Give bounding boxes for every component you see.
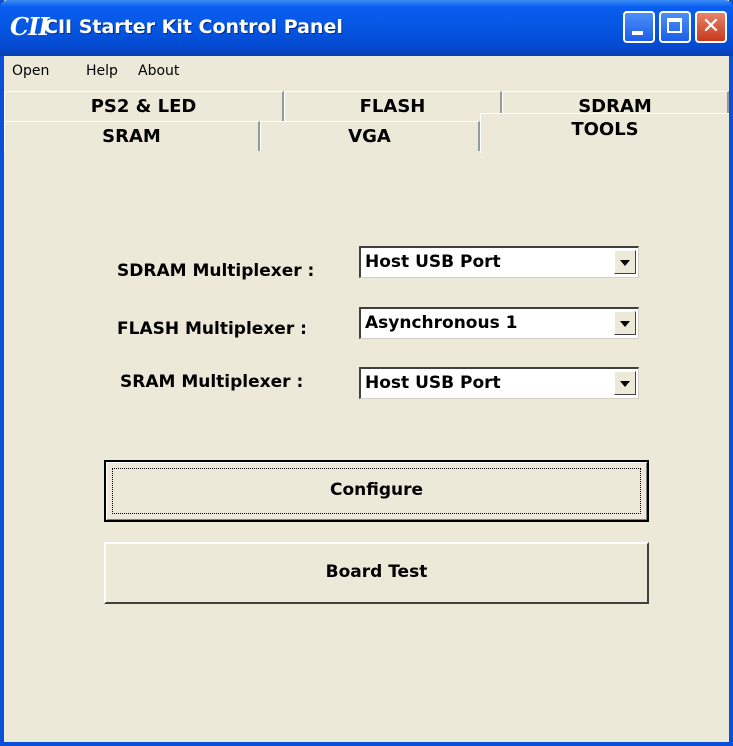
sram-multiplexer-label: SRAM Multiplexer : [120,372,304,392]
tab-vga[interactable]: VGA [260,121,480,151]
close-button[interactable]: ✕ [695,11,727,43]
sram-dropdown-button[interactable] [614,371,636,395]
tab-flash[interactable]: FLASH [284,91,502,121]
sdram-dropdown-button[interactable] [614,250,636,274]
tab-ps2-led[interactable]: PS2 & LED [4,91,284,121]
window-title: CII Starter Kit Control Panel [44,16,343,38]
flash-dropdown-button[interactable] [614,311,636,335]
close-icon: ✕ [701,14,721,39]
menu-about[interactable]: About [138,63,179,79]
sram-multiplexer-select[interactable]: Host USB Port [359,367,639,399]
sdram-multiplexer-label: SDRAM Multiplexer : [117,261,315,281]
minimize-button[interactable] [623,11,655,43]
sdram-multiplexer-select[interactable]: Host USB Port [359,246,639,278]
board-test-button-label: Board Test [325,562,428,582]
sdram-multiplexer-value: Host USB Port [365,252,501,272]
app-logo: CII [10,12,50,41]
flash-multiplexer-label: FLASH Multiplexer : [117,319,307,339]
maximize-button[interactable] [659,11,691,43]
board-test-button[interactable]: Board Test [104,542,649,604]
chevron-down-icon [620,260,630,266]
tools-panel: SDRAM Multiplexer : Host USB Port FLASH … [4,151,729,742]
title-bar[interactable]: CII CII Starter Kit Control Panel ✕ [0,0,733,56]
menu-help[interactable]: Help [86,63,118,79]
configure-button[interactable]: Configure [104,460,649,522]
flash-multiplexer-select[interactable]: Asynchronous 1 [359,307,639,339]
chevron-down-icon [620,321,630,327]
chevron-down-icon [620,381,630,387]
app-window: CII CII Starter Kit Control Panel ✕ Open… [0,0,733,746]
menu-bar: Open Help About [4,56,729,86]
minimize-icon [632,31,643,35]
tab-tools[interactable]: TOOLS [480,113,729,153]
flash-multiplexer-value: Asynchronous 1 [365,313,518,333]
focus-ring [112,468,641,514]
menu-open[interactable]: Open [12,63,49,79]
maximize-icon [667,18,682,33]
sram-multiplexer-value: Host USB Port [365,373,501,393]
tab-sram[interactable]: SRAM [4,121,260,151]
